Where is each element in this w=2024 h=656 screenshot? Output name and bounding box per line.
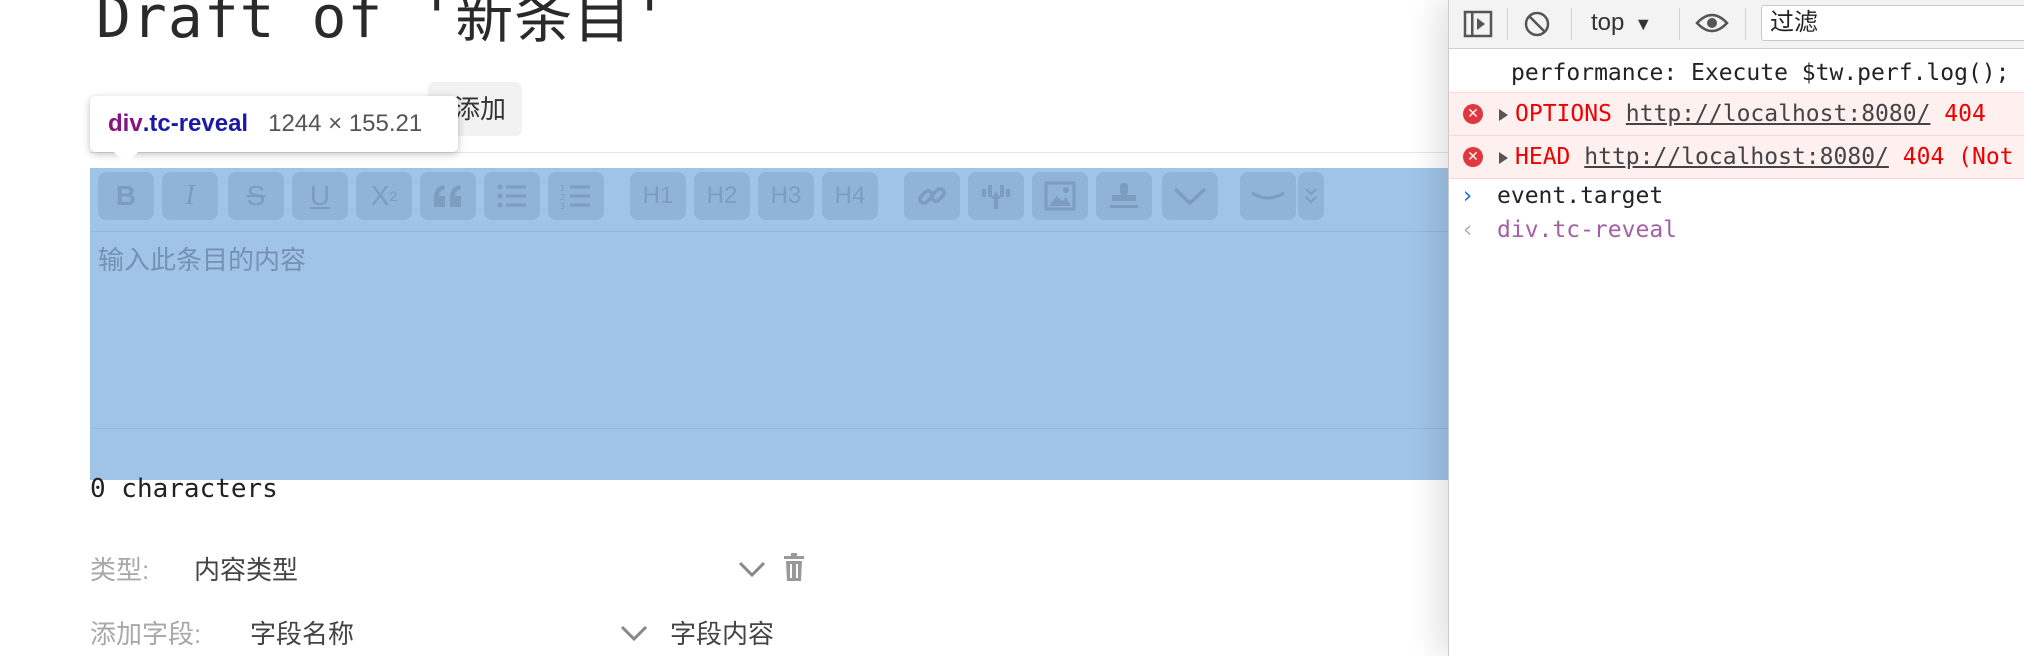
result-value[interactable]: div.tc-reveal xyxy=(1497,212,1677,248)
context-label: top xyxy=(1591,9,1625,36)
expand-triangle-icon[interactable] xyxy=(1499,109,1508,121)
field-name-input[interactable]: 字段名称 xyxy=(250,614,354,651)
sidebar-toggle-icon[interactable] xyxy=(1463,10,1493,38)
divider xyxy=(90,152,1448,153)
tiddler-editor-page: Draft of '新条目' 添加 B I S U X2 123 H1 H2 H… xyxy=(0,0,1448,656)
tooltip-dimensions: 1244 × 155.21 xyxy=(268,110,423,137)
stamp-button[interactable] xyxy=(1096,172,1152,220)
error-text: OPTIONS http://localhost:8080/ 404 xyxy=(1515,93,1986,135)
link-button[interactable] xyxy=(904,172,960,220)
strikethrough-button[interactable]: S xyxy=(228,172,284,220)
error-icon: ✕ xyxy=(1463,147,1483,167)
error-url-link[interactable]: http://localhost:8080/ xyxy=(1626,101,1931,127)
editor-textarea[interactable]: 输入此条目的内容 xyxy=(98,240,306,277)
superscript-button[interactable]: X2 xyxy=(356,172,412,220)
type-input[interactable]: 内容类型 xyxy=(194,550,298,587)
italic-label: I xyxy=(185,180,195,211)
more-icon xyxy=(1305,188,1317,204)
svg-text:2: 2 xyxy=(560,193,565,202)
prompt-chevron-icon: › xyxy=(1463,183,1473,209)
h2-label: H2 xyxy=(706,182,738,209)
error-text: HEAD http://localhost:8080/ 404 (Not xyxy=(1515,136,2014,178)
stamp-icon xyxy=(1110,183,1138,208)
result-arrow-icon: ‹ xyxy=(1463,217,1473,243)
h2-button[interactable]: H2 xyxy=(694,172,750,220)
image-button[interactable] xyxy=(1032,172,1088,220)
console-error[interactable]: ✕ OPTIONS http://localhost:8080/ 404 xyxy=(1449,92,2024,136)
error-method: OPTIONS xyxy=(1515,101,1612,127)
h1-label: H1 xyxy=(642,182,674,209)
divider xyxy=(90,231,1448,232)
numbered-list-button[interactable]: 123 xyxy=(548,172,604,220)
divider xyxy=(1679,8,1680,40)
chevron-down-icon[interactable] xyxy=(620,624,648,644)
h3-label: H3 xyxy=(770,182,802,209)
italic-button[interactable]: I xyxy=(162,172,218,220)
strike-label: S xyxy=(246,180,266,211)
bullet-list-button[interactable] xyxy=(484,172,540,220)
error-url-link[interactable]: http://localhost:8080/ xyxy=(1584,144,1889,170)
transclude-button[interactable] xyxy=(968,172,1024,220)
dropdown-more-button[interactable] xyxy=(1162,172,1218,220)
underline-label: U xyxy=(309,180,331,211)
add-field-label: 添加字段: xyxy=(90,619,202,649)
bold-button[interactable]: B xyxy=(98,172,154,220)
caret-down-icon: ▼ xyxy=(1634,14,1653,34)
transclude-icon xyxy=(982,185,1010,209)
superscript-mark: 2 xyxy=(389,188,398,204)
quote-button[interactable] xyxy=(420,172,476,220)
preview-button[interactable] xyxy=(1240,172,1296,220)
divider xyxy=(1507,8,1508,40)
console-message: performance: Execute $tw.perf.log(); xyxy=(1511,60,2010,86)
console-error[interactable]: ✕ HEAD http://localhost:8080/ 404 (Not xyxy=(1449,135,2024,179)
more-toolbar-button[interactable] xyxy=(1298,172,1324,220)
page-title: Draft of '新条目' xyxy=(96,0,669,51)
svg-text:1: 1 xyxy=(560,184,565,193)
console-toolbar: top ▼ 过滤 xyxy=(1449,0,2024,49)
error-icon: ✕ xyxy=(1463,104,1483,124)
input-expression: event.target xyxy=(1497,183,1664,209)
devtools-console: top ▼ 过滤 performance: Execute $tw.perf.lo… xyxy=(1448,0,2024,656)
divider xyxy=(1571,8,1572,40)
numbered-list-icon: 123 xyxy=(560,184,590,209)
error-method: HEAD xyxy=(1515,144,1571,170)
error-status: 404 (Not xyxy=(1902,144,2014,170)
h4-label: H4 xyxy=(834,182,866,209)
console-result[interactable]: ‹ div.tc-reveal xyxy=(1449,212,2024,248)
error-status: 404 xyxy=(1944,101,1986,127)
h4-button[interactable]: H4 xyxy=(822,172,878,220)
underline-button[interactable]: U xyxy=(292,172,348,220)
bullet-list-icon xyxy=(497,184,526,208)
inspector-tooltip: div .tc-reveal 1244 × 155.21 xyxy=(90,96,458,164)
tooltip-class: .tc-reveal xyxy=(142,110,249,137)
type-label: 类型: xyxy=(90,555,150,585)
svg-text:3: 3 xyxy=(560,202,565,209)
editor-toolbar: B I S U X2 123 H1 H2 H3 H4 xyxy=(98,172,1448,222)
console-input-echo: › event.target xyxy=(1449,178,2024,214)
divider xyxy=(1745,8,1746,40)
field-value-input[interactable]: 字段内容 xyxy=(670,614,774,651)
h1-button[interactable]: H1 xyxy=(630,172,686,220)
expand-triangle-icon[interactable] xyxy=(1499,152,1508,164)
link-icon xyxy=(918,187,946,205)
filter-input[interactable]: 过滤 xyxy=(1761,5,2024,41)
context-selector[interactable]: top ▼ xyxy=(1591,8,1652,39)
divider xyxy=(90,428,1448,429)
superscript-label: X xyxy=(370,180,390,211)
trash-icon[interactable] xyxy=(782,552,806,582)
clear-console-icon[interactable] xyxy=(1523,10,1551,38)
image-icon xyxy=(1044,181,1076,211)
character-count: 0 characters xyxy=(90,474,278,504)
live-expression-eye-icon[interactable] xyxy=(1695,10,1729,36)
h3-button[interactable]: H3 xyxy=(758,172,814,220)
preview-icon xyxy=(1251,191,1285,200)
quote-icon xyxy=(434,185,461,207)
chevron-down-icon xyxy=(1173,187,1207,206)
chevron-down-icon[interactable] xyxy=(738,560,766,580)
bold-label: B xyxy=(115,180,137,211)
tooltip-tag: div xyxy=(108,110,143,137)
